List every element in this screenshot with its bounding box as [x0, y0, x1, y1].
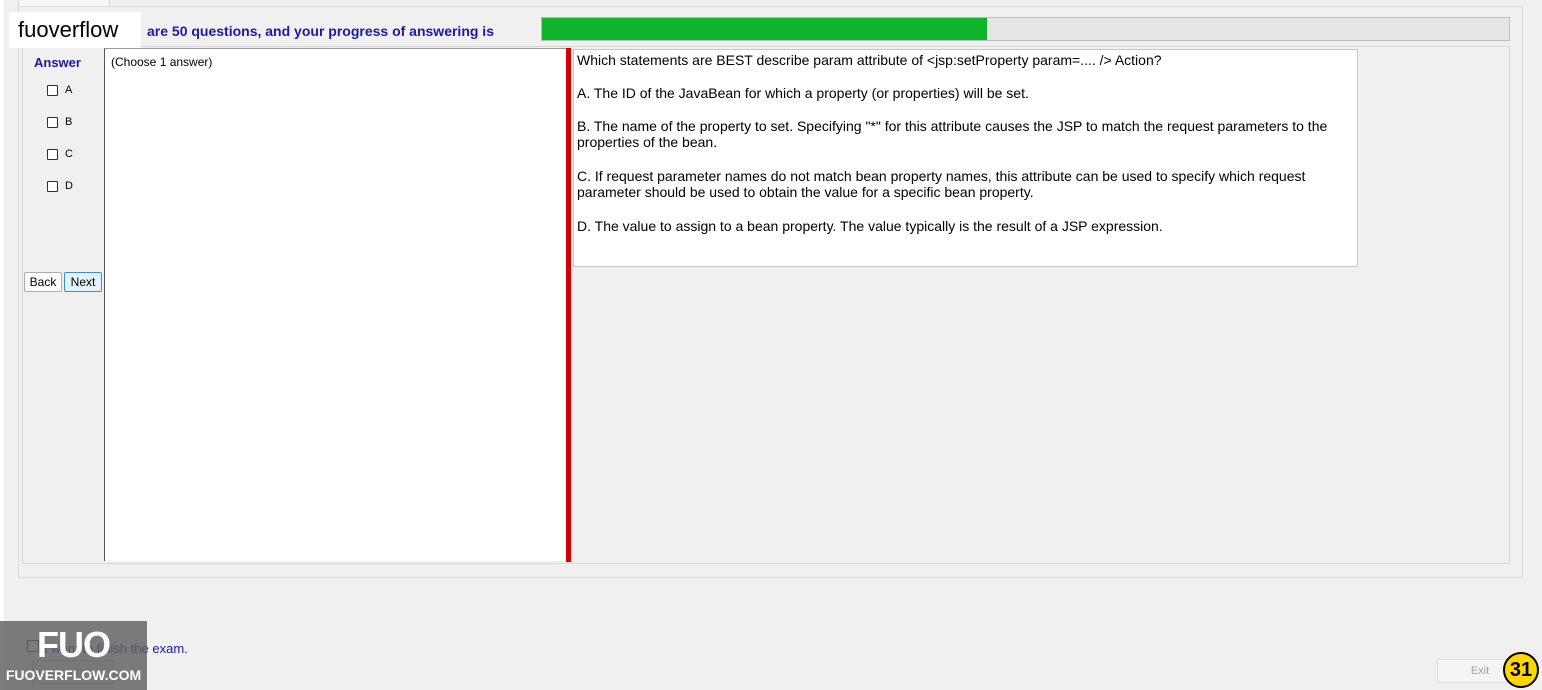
question-choice-a: A. The ID of the JavaBean for which a pr… — [577, 85, 1029, 101]
panel-splitter[interactable] — [566, 48, 571, 562]
answer-panel — [104, 48, 566, 561]
progress-text: are 50 questions, and your progress of a… — [147, 23, 494, 39]
checkbox-b[interactable] — [47, 116, 58, 128]
answer-option-d[interactable]: D — [47, 178, 73, 194]
checkbox-a[interactable] — [47, 84, 58, 96]
question-choice-c: C. If request parameter names do not mat… — [577, 168, 1306, 200]
window-edge — [0, 0, 4, 690]
checkbox-c[interactable] — [47, 148, 58, 160]
watermark-logo: FUO — [37, 624, 111, 665]
next-button[interactable]: Next — [64, 272, 102, 292]
answer-option-label: D — [65, 180, 73, 192]
answer-option-label: B — [65, 116, 73, 128]
watermark-text: FUOVERFLOW.COM — [5, 667, 142, 683]
answer-option-b[interactable]: B — [47, 114, 72, 130]
progress-bar-fill — [542, 18, 987, 40]
answer-option-label: C — [65, 148, 73, 160]
checkbox-d[interactable] — [47, 180, 58, 192]
progress-bar — [541, 17, 1510, 41]
page-number-badge: 31 — [1503, 652, 1539, 688]
answer-label: Answer — [34, 55, 81, 70]
back-button[interactable]: Back — [24, 272, 62, 292]
question-choice-d: D. The value to assign to a bean propert… — [577, 218, 1163, 234]
choose-instruction: (Choose 1 answer) — [111, 55, 213, 69]
answer-option-a[interactable]: A — [47, 82, 72, 98]
brand-logo: fuoverflow — [9, 12, 141, 48]
question-panel — [573, 49, 1358, 267]
answer-option-c[interactable]: C — [47, 146, 73, 162]
question-title: Which statements are BEST describe param… — [577, 52, 1162, 68]
question-choice-b: B. The name of the property to set. Spec… — [577, 118, 1328, 150]
answer-option-label: A — [65, 84, 73, 96]
